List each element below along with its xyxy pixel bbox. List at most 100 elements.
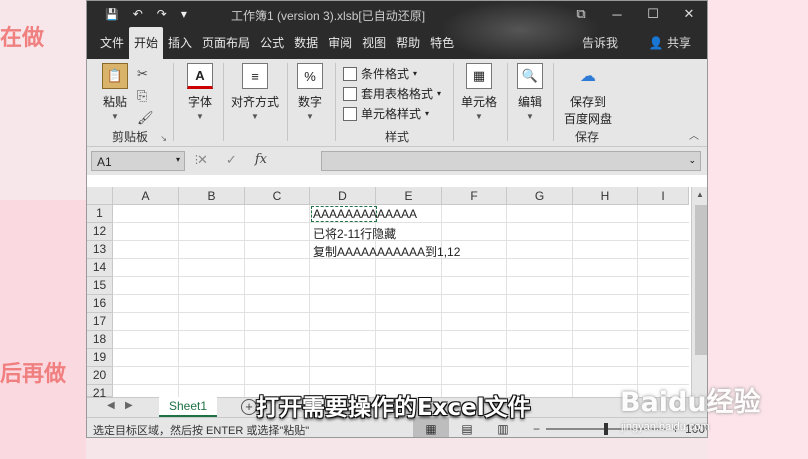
zoom-out-icon[interactable]: − — [533, 422, 540, 436]
maximize-button[interactable]: ☐ — [635, 1, 671, 27]
row-header[interactable]: 14 — [87, 259, 113, 277]
tab-featured[interactable]: 特色 — [425, 34, 459, 59]
tell-me-box[interactable]: 告诉我 — [582, 34, 618, 51]
column-header[interactable]: G — [507, 187, 573, 205]
cancel-icon[interactable]: ✕ — [197, 152, 208, 168]
chevron-down-icon: ▾ — [437, 89, 442, 98]
alignment-dropdown-icon: ▼ — [251, 112, 259, 121]
next-sheet-icon[interactable]: ▶ — [125, 400, 133, 411]
format-as-table-button[interactable]: 套用表格格式 ▾ — [343, 85, 441, 102]
cell-d1[interactable]: AAAAAAAAAAAAA — [313, 207, 417, 221]
column-header[interactable]: H — [573, 187, 638, 205]
expand-formula-icon[interactable]: ⌄ — [688, 155, 696, 166]
column-header[interactable]: F — [442, 187, 507, 205]
cell-d12[interactable]: 已将2-11行隐藏 — [313, 225, 396, 242]
tab-formulas[interactable]: 公式 — [255, 34, 289, 59]
tab-help[interactable]: 帮助 — [391, 34, 425, 59]
grid-line — [309, 205, 310, 397]
row-header[interactable]: 13 — [87, 241, 113, 259]
video-subtitle: 打开需要操作的Excel文件 — [256, 395, 531, 421]
grid-line — [113, 276, 689, 277]
grid-line — [113, 330, 689, 331]
quick-access-toolbar: 💾 ↶ ↷ ▾ — [87, 7, 187, 21]
minimize-button[interactable]: ─ — [599, 1, 635, 27]
ribbon-separator — [507, 63, 508, 141]
format-painter-icon[interactable]: 🖌 — [137, 107, 154, 129]
status-message: 选定目标区域，然后按 ENTER 或选择"粘贴" — [93, 425, 310, 437]
name-box[interactable]: A1 ▾ — [91, 151, 185, 171]
ribbon-separator — [173, 63, 174, 141]
prev-sheet-icon[interactable]: ◀ — [107, 400, 115, 411]
background-text-top: 在做 — [0, 26, 45, 51]
column-header[interactable]: I — [638, 187, 689, 205]
cell-d13[interactable]: 复制AAAAAAAAAAA到1,12 — [313, 243, 460, 260]
font-button[interactable]: A 字体 ▼ — [183, 63, 217, 121]
share-button[interactable]: 👤 共享 — [649, 34, 691, 51]
row-header[interactable]: 15 — [87, 277, 113, 295]
zoom-slider-knob[interactable] — [604, 423, 609, 435]
cells-button[interactable]: ▦ 单元格 ▼ — [459, 63, 499, 121]
row-header[interactable]: 17 — [87, 313, 113, 331]
format-as-table-label: 套用表格格式 — [361, 87, 434, 101]
cut-icon[interactable]: ✂ — [137, 63, 154, 85]
tab-page-layout[interactable]: 页面布局 — [197, 34, 255, 59]
row-header[interactable]: 18 — [87, 331, 113, 349]
ribbon-home: 📋 粘贴 ▼ ✂ ⎘ 🖌 剪贴板 ↘ A 字体 ▼ ≡ 对齐方式 ▼ % 数字 … — [87, 59, 707, 147]
cells-dropdown-icon: ▼ — [475, 112, 483, 121]
collapse-ribbon-icon[interactable]: ︿ — [689, 127, 699, 142]
tab-insert[interactable]: 插入 — [163, 34, 197, 59]
close-button[interactable]: ✕ — [671, 1, 707, 27]
search-icon: 🔍 — [517, 63, 543, 89]
select-all-corner[interactable] — [87, 187, 113, 205]
add-sheet-icon[interactable]: + — [241, 399, 257, 415]
conditional-formatting-icon — [343, 66, 357, 81]
insert-function-icon[interactable]: fx — [255, 152, 267, 168]
column-header[interactable]: C — [245, 187, 310, 205]
number-button[interactable]: % 数字 ▼ — [293, 63, 327, 121]
cells-icon: ▦ — [466, 63, 492, 89]
vertical-scrollbar[interactable]: ▲ — [691, 187, 707, 397]
alignment-button[interactable]: ≡ 对齐方式 ▼ — [229, 63, 281, 121]
group-label-save: 保存 — [574, 130, 599, 144]
grid-line — [113, 366, 689, 367]
copy-icon[interactable]: ⎘ — [137, 85, 154, 107]
grid-line — [178, 205, 179, 397]
row-header[interactable]: 1 — [87, 205, 113, 223]
grid-line — [244, 205, 245, 397]
customize-toolbar-icon[interactable]: ▾ — [181, 7, 187, 21]
undo-icon[interactable]: ↶ — [133, 7, 143, 21]
font-label: 字体 — [187, 95, 212, 109]
formula-input[interactable]: ⌄ — [321, 151, 701, 171]
save-icon[interactable]: 💾 — [105, 8, 119, 21]
row-header[interactable]: 20 — [87, 367, 113, 385]
row-header[interactable]: 16 — [87, 295, 113, 313]
restore-ribbon-icon[interactable]: ⧉ — [563, 1, 599, 27]
clipboard-launcher-icon[interactable]: ↘ — [160, 134, 167, 143]
column-header[interactable]: B — [179, 187, 245, 205]
grid-line — [113, 240, 689, 241]
worksheet-grid[interactable]: A B C D E F G H I 1 12 13 14 15 16 17 18… — [87, 187, 707, 400]
save-to-baidu-button[interactable]: ☁ 保存到 百度网盘 — [561, 63, 615, 127]
column-header[interactable]: A — [113, 187, 179, 205]
cell-styles-button[interactable]: 单元格样式 ▾ — [343, 105, 429, 122]
tab-review[interactable]: 审阅 — [323, 34, 357, 59]
redo-icon[interactable]: ↷ — [157, 7, 167, 21]
grid-line — [506, 205, 507, 397]
scroll-up-icon[interactable]: ▲ — [696, 190, 704, 199]
sheet-tab[interactable]: Sheet1 — [159, 397, 217, 417]
tab-view[interactable]: 视图 — [357, 34, 391, 59]
chevron-down-icon: ▾ — [413, 69, 418, 78]
row-header[interactable]: 19 — [87, 349, 113, 367]
editing-button[interactable]: 🔍 编辑 ▼ — [513, 63, 547, 121]
column-header[interactable]: D — [310, 187, 376, 205]
column-header[interactable]: E — [376, 187, 442, 205]
scroll-thumb[interactable] — [695, 205, 707, 355]
tab-file[interactable]: 文件 — [95, 34, 129, 59]
paste-button[interactable]: 📋 粘贴 ▼ — [95, 63, 135, 121]
row-header[interactable]: 12 — [87, 223, 113, 241]
tab-data[interactable]: 数据 — [289, 34, 323, 59]
row-header[interactable]: 21 — [87, 385, 113, 400]
conditional-formatting-button[interactable]: 条件格式 ▾ — [343, 65, 417, 82]
enter-icon[interactable]: ✓ — [226, 152, 237, 168]
tab-home[interactable]: 开始 — [129, 27, 164, 59]
